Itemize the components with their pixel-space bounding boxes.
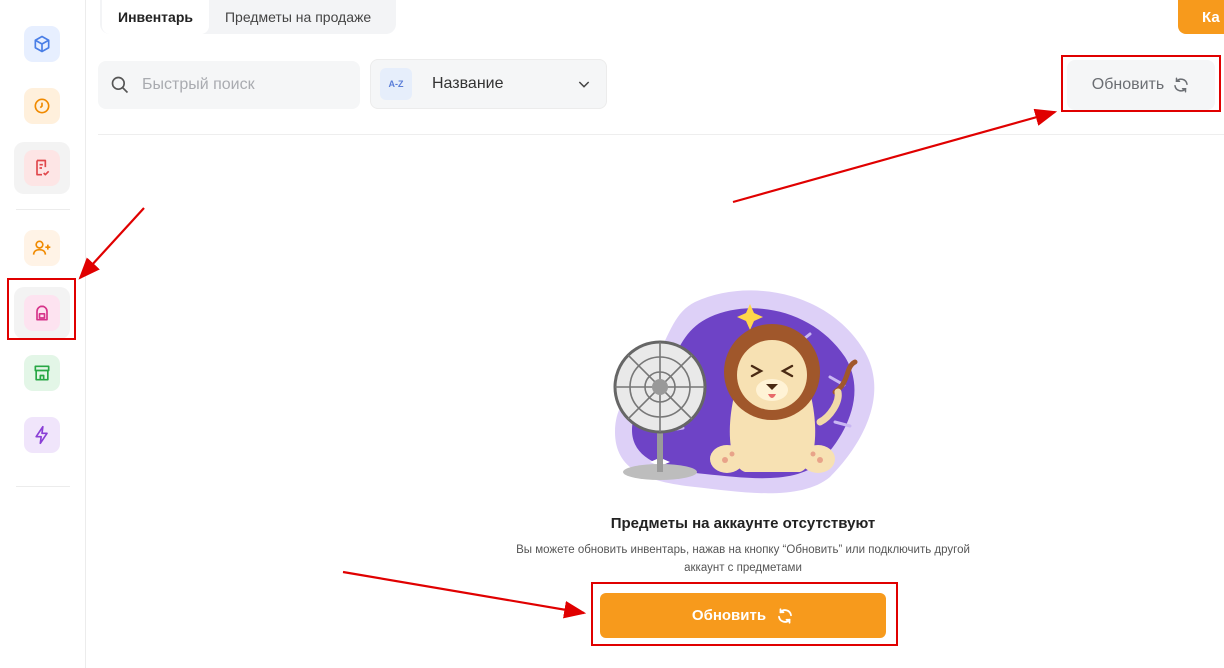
refresh-icon [778, 607, 792, 624]
refresh-button-main[interactable]: Обновить [600, 593, 886, 638]
backpack-icon [36, 305, 48, 321]
sort-az-icon: A-Z [380, 68, 412, 100]
divider [98, 134, 1224, 135]
tab-inventory[interactable]: Инвентарь [102, 0, 209, 34]
empty-state-description-line: Вы можете обновить инвентарь, нажав на к… [516, 544, 970, 556]
lightning-icon [35, 425, 48, 445]
refresh-button-top[interactable]: Обновить [1067, 60, 1215, 110]
chevron-down-icon [578, 81, 590, 88]
sidebar-item-inventory[interactable] [24, 295, 60, 331]
tab-on-sale[interactable]: Предметы на продаже [209, 0, 387, 34]
search-icon [111, 76, 129, 94]
sidebar-divider [16, 486, 70, 487]
tab-bar: Инвентарь Предметы на продаже [100, 0, 396, 34]
empty-state-description: Вы можете обновить инвентарь, нажав на к… [490, 541, 996, 577]
cube-icon [34, 35, 50, 53]
sidebar-item-cube[interactable] [24, 26, 60, 62]
annotation-arrow [78, 207, 145, 280]
clock-icon [34, 98, 50, 114]
top-action-button[interactable]: Ка [1178, 0, 1224, 34]
sidebar-item-boost[interactable] [24, 417, 60, 453]
user-plus-icon [32, 240, 51, 255]
sidebar-item-clock[interactable] [24, 88, 60, 124]
checklist-icon [36, 159, 50, 176]
empty-lion-illustration [613, 290, 875, 494]
refresh-button-top-label: Обновить [1091, 76, 1165, 93]
sidebar-divider [16, 209, 70, 210]
sort-dropdown[interactable]: A-Z Название [370, 59, 607, 109]
refresh-icon [1174, 77, 1188, 93]
refresh-button-main-label: Обновить [691, 607, 767, 624]
sidebar-item-checklist[interactable] [24, 150, 60, 186]
store-icon [34, 365, 50, 381]
sidebar-item-add-user[interactable] [24, 230, 60, 266]
sort-label: Название [432, 75, 504, 92]
search-box [98, 61, 360, 109]
sidebar-item-store[interactable] [24, 355, 60, 391]
empty-state-title: Предметы на аккаунте отсутствуют [610, 515, 876, 532]
search-input[interactable] [140, 75, 344, 95]
sidebar [0, 0, 86, 668]
annotation-arrow [342, 570, 587, 619]
empty-state-description-line: аккаунт с предметами [684, 562, 802, 574]
annotation-arrow [732, 108, 1058, 204]
